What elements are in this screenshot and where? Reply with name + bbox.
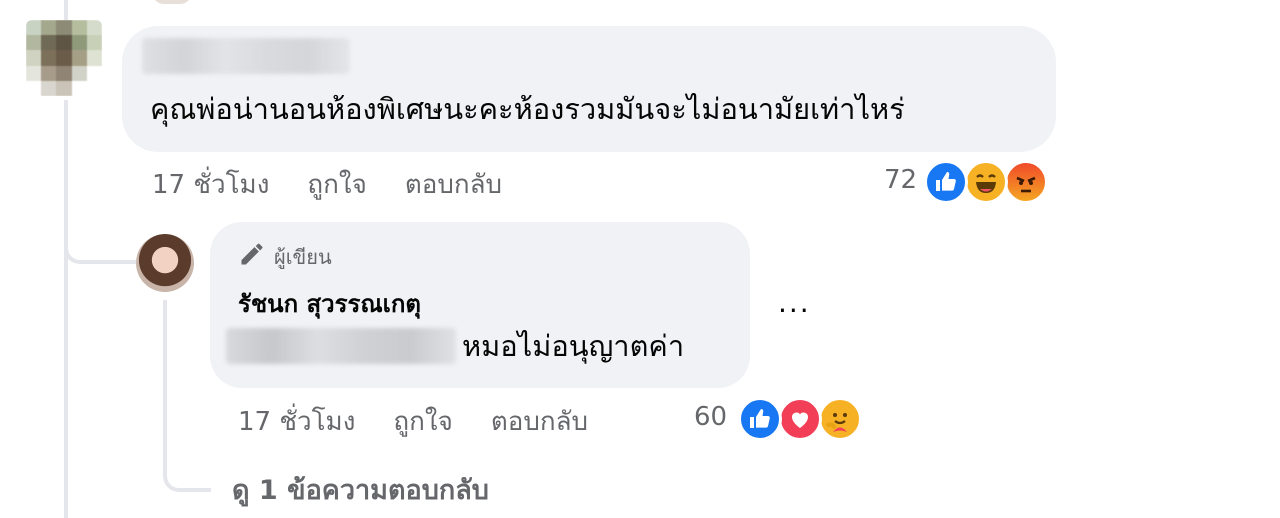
comment-reply-button[interactable]: ตอบกลับ xyxy=(405,170,502,200)
haha-icon[interactable] xyxy=(964,160,1008,204)
avatar[interactable] xyxy=(26,20,102,96)
redacted-commenter-name xyxy=(142,38,350,74)
like-icon[interactable] xyxy=(738,397,782,441)
reply-actions: 17 ชั่วโมง ถูกใจ ตอบกลับ xyxy=(238,401,626,442)
reply-reaction-count[interactable]: 60 xyxy=(694,402,727,432)
redacted-mention xyxy=(226,328,456,364)
reply-author-name[interactable]: รัชนก สุวรรณเกตุ xyxy=(238,284,421,323)
thread-line-sub xyxy=(163,300,211,492)
author-badge: ผู้เขียน xyxy=(238,240,332,273)
avatar[interactable] xyxy=(136,234,194,292)
more-options-button[interactable]: ... xyxy=(778,286,811,319)
love-icon[interactable] xyxy=(778,397,822,441)
thread-connector-reply xyxy=(64,248,136,264)
thread-line-main xyxy=(64,100,68,518)
reply-time[interactable]: 17 ชั่วโมง xyxy=(238,407,355,437)
reply-text: หมอไม่อนุญาตค่า xyxy=(462,329,685,363)
comment-time[interactable]: 17 ชั่วโมง xyxy=(152,170,269,200)
view-replies-link[interactable]: ดู 1 ข้อความตอบกลับ xyxy=(232,468,489,511)
like-icon[interactable] xyxy=(924,160,968,204)
reply-reply-button[interactable]: ตอบกลับ xyxy=(491,407,588,437)
pencil-icon xyxy=(238,240,266,273)
care-icon[interactable] xyxy=(818,397,862,441)
comment-like-button[interactable]: ถูกใจ xyxy=(307,170,366,200)
reply-like-button[interactable]: ถูกใจ xyxy=(393,407,452,437)
comment-text: คุณพ่อน่านอนห้องพิเศษนะคะห้องรวมมันจะไม่… xyxy=(150,92,905,126)
angry-icon[interactable] xyxy=(1004,160,1048,204)
top-avatar-edge xyxy=(152,0,192,4)
comment-actions: 17 ชั่วโมง ถูกใจ ตอบกลับ xyxy=(152,164,540,205)
thread-line-top xyxy=(64,0,68,20)
comment-reaction-count[interactable]: 72 xyxy=(884,165,917,195)
author-badge-label: ผู้เขียน xyxy=(274,244,332,269)
